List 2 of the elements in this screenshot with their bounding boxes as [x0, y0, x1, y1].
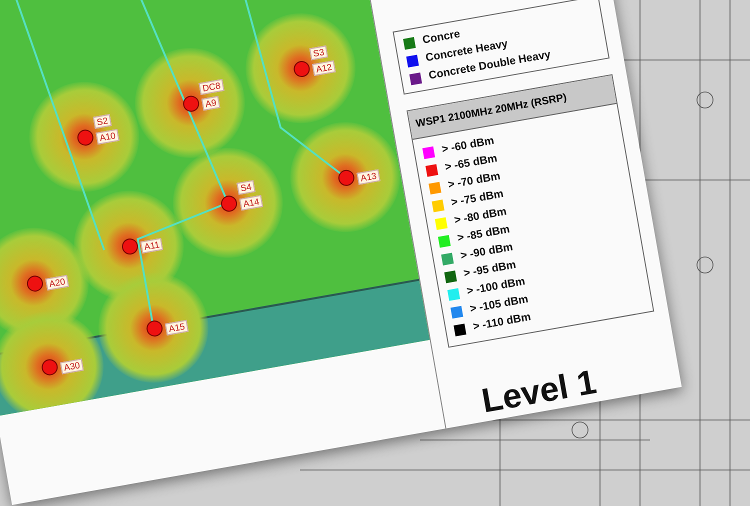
legend-label: Concre	[422, 28, 462, 46]
floor-title: Level 1	[478, 362, 600, 422]
